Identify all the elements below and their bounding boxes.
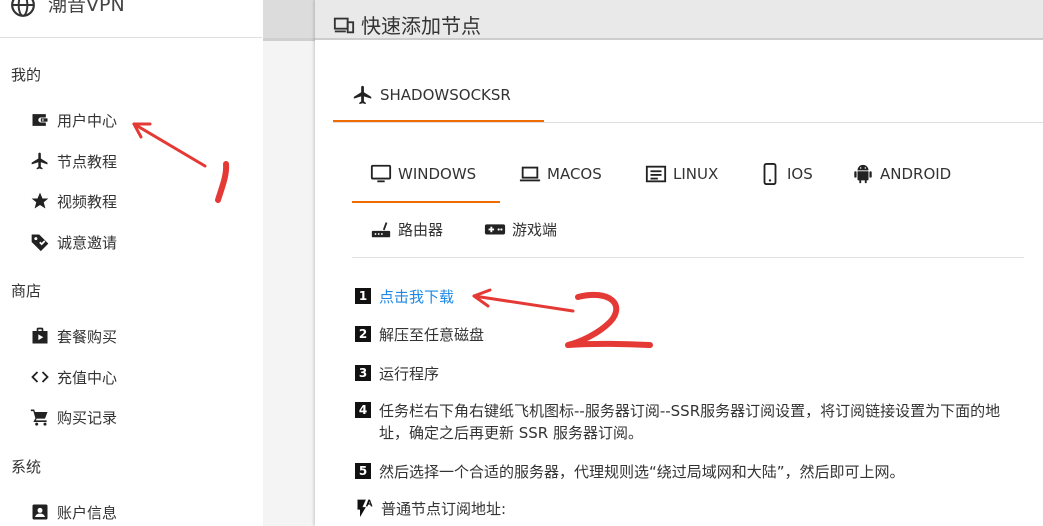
tab-label: WINDOWS [398,165,477,183]
section-title-shop: 商店 [11,282,42,300]
gamepad-icon [484,224,506,235]
tab-label: 路由器 [398,220,444,239]
step-text: 任务栏右下角右键纸飞机图标--服务器订阅--SSR服务器订阅设置，将订阅链接设置… [379,402,1001,442]
brand-name: 潮音VPN [48,0,125,16]
step-number: 4 [355,402,371,418]
download-link[interactable]: 点击我下载 [379,286,454,308]
globe-icon [11,0,35,17]
sidebar-item-video-tutorial[interactable]: 视频教程 [30,187,117,215]
flash-auto-icon [357,499,373,518]
desktop-icon [370,164,392,183]
tab-macos[interactable]: MACOS [519,163,602,185]
brand-header[interactable]: 潮音VPN [0,0,262,38]
step-number: 1 [355,288,371,304]
router-icon [371,222,391,238]
airplane-icon [353,85,372,105]
section-title-system: 系统 [11,458,42,476]
sidebar-item-user-center[interactable]: 用户中心 [30,106,117,134]
sidebar-item-purchase-history[interactable]: 购买记录 [30,403,117,431]
step-number: 2 [355,326,371,342]
phone-icon [763,163,777,185]
tab-label: ANDROID [880,165,952,183]
tab-router[interactable]: 路由器 [370,218,443,240]
cart-icon [30,409,48,426]
step-3: 3 运行程序 [355,363,439,385]
tab-linux[interactable]: LINUX [645,163,718,185]
step-1: 1 点击我下载 [355,286,454,308]
devices-icon [333,17,355,33]
step-5: 5 然后选择一个合适的服务器，代理规则选“绕过局域网和大陆”，然后即可上网。 [355,461,905,483]
sidebar-item-label: 节点教程 [57,152,118,171]
tab-game-client[interactable]: 游戏端 [484,218,557,240]
step-number: 3 [355,365,371,381]
sidebar-item-node-tutorial[interactable]: 节点教程 [30,147,117,175]
tab-label: LINUX [673,165,719,183]
section-title-mine: 我的 [11,66,42,84]
airplane-icon [31,152,48,170]
platform-tab-indicator [352,201,500,203]
terminal-icon [645,165,667,183]
sidebar-item-label: 视频教程 [57,192,118,211]
tab-label: SHADOWSOCKSR [380,86,511,104]
tab-windows[interactable]: WINDOWS [370,163,476,185]
quick-add-node-card: 快速添加节点 [315,0,1043,526]
step-4: 4 任务栏右下角右键纸飞机图标--服务器订阅--SSR服务器订阅设置，将订阅链接… [355,400,1015,444]
card-title: 快速添加节点 [333,10,481,39]
card-header: 快速添加节点 [315,0,1043,40]
sidebar-item-account-info[interactable]: 账户信息 [30,498,117,526]
shop-bag-icon [32,327,48,344]
card-title-text: 快速添加节点 [361,14,481,38]
sidebar-item-buy-plan[interactable]: 套餐购买 [30,322,117,350]
wallet-icon [32,114,48,126]
step-text: 解压至任意磁盘 [379,326,485,344]
sidebar-item-label: 购买记录 [57,408,118,427]
sidebar-item-label: 用户中心 [57,111,118,130]
tab-label: MACOS [547,165,602,183]
star-icon [31,192,49,209]
step-2: 2 解压至任意磁盘 [355,324,484,346]
sidebar-item-label: 套餐购买 [57,327,118,346]
android-icon [854,164,872,184]
tab-shadowsocksr[interactable]: SHADOWSOCKSR [352,84,511,106]
sidebar-item-invite[interactable]: 诚意邀请 [30,228,117,256]
sidebar-item-label: 账户信息 [57,503,118,522]
step-text: 然后选择一个合适的服务器，代理规则选“绕过局域网和大陆”，然后即可上网。 [379,463,905,481]
tab-label: IOS [787,165,813,183]
tab-ios[interactable]: IOS [759,163,813,185]
tab-label: 游戏端 [512,220,558,239]
account-box-icon [32,504,48,520]
protocol-tabs-divider [333,122,1043,123]
sidebar: 潮音VPN 我的 用户中心 节点教程 视频教程 诚意邀请 商店 套餐购买 充值中… [0,0,264,526]
code-icon [31,371,49,383]
step-number: 5 [355,463,371,479]
platform-tabs-divider [352,257,1024,258]
tab-android[interactable]: ANDROID [852,163,951,185]
sidebar-item-label: 充值中心 [57,368,118,387]
laptop-icon [519,166,541,182]
sidebar-item-recharge[interactable]: 充值中心 [30,363,117,391]
tag-icon [31,234,49,252]
subscription-address-row: 普通节点订阅地址: [355,498,506,520]
sidebar-item-label: 诚意邀请 [57,233,118,252]
subscription-label: 普通节点订阅地址: [381,500,507,518]
step-text: 运行程序 [379,365,440,383]
